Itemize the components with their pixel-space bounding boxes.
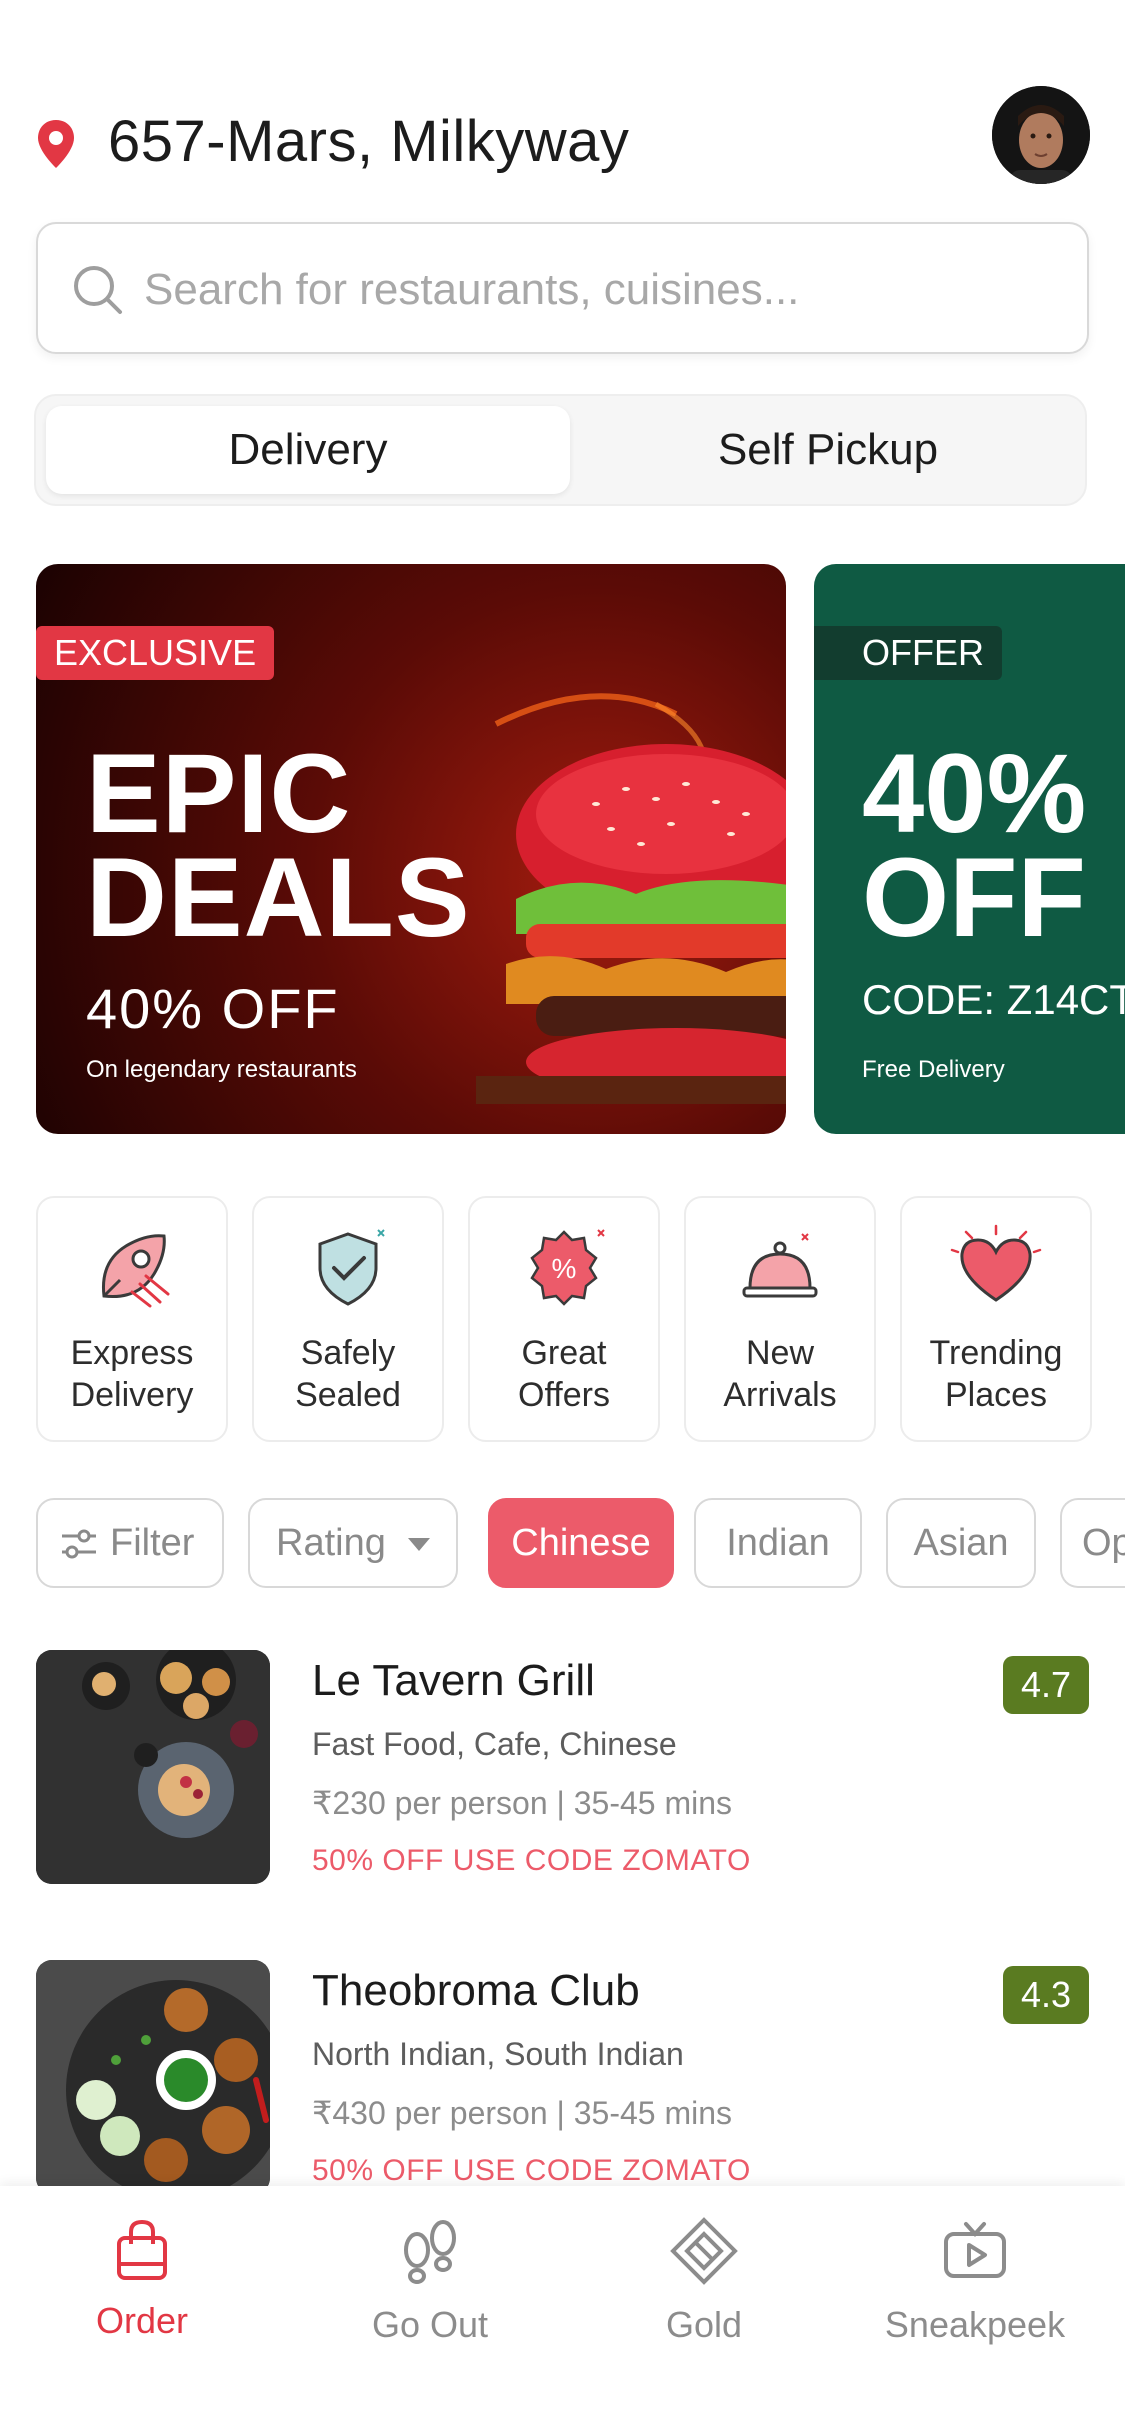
svg-text:%: % [552,1253,577,1284]
cuisine-chip-asian[interactable]: Asian [886,1498,1036,1588]
shield-check-icon [318,1229,385,1306]
restaurant-offer: 50% OFF USE CODE ZOMATO [312,1844,751,1877]
category-label-line-1: New [745,1334,815,1372]
restaurant-cuisine: Fast Food, Cafe, Chinese [312,1726,677,1762]
search-icon [74,266,122,314]
bottom-nav: Order Go Out Gold Sneakpeek [0,2186,1125,2436]
banner-caption: On legendary restaurants [86,1056,357,1083]
offer-caption: Free Delivery [862,1056,1005,1083]
banner-title: EPIC DEALS [86,731,471,960]
nav-label: Go Out [371,2304,489,2345]
category-label: Safely Sealed [254,1332,442,1416]
burger-image [476,693,786,1104]
restaurant-name: Theobroma Club [312,1966,640,2015]
category-great-offers[interactable]: % Great Offers [468,1196,660,1442]
restaurant-price-time: ₹430 per person | 35-45 mins [312,2095,733,2131]
category-express-delivery[interactable]: Express Delivery [36,1196,228,1442]
category-label: Great Offers [470,1332,658,1416]
nav-gold[interactable]: Gold [584,2216,824,2356]
rating-badge: 4.3 [1003,1966,1089,2024]
tv-play-icon [944,2222,1006,2278]
exclusive-badge: EXCLUSIVE [36,626,275,680]
avatar-image [992,86,1090,184]
restaurant-image [36,1650,270,1884]
restaurant-name: Le Tavern Grill [312,1656,595,1705]
restaurant-card[interactable]: Le Tavern Grill Fast Food, Cafe, Chinese… [36,1650,1089,1890]
category-trending-places[interactable]: Trending Places [900,1196,1092,1442]
filter-button[interactable]: Filter [36,1498,224,1588]
restaurant-offer: 50% OFF USE CODE ZOMATO [312,2154,751,2187]
nav-label: Order [95,2300,189,2341]
percent-badge-icon: % [530,1229,605,1306]
category-label: New Arrivals [686,1332,874,1416]
heart-icon [950,1224,1042,1302]
banner-title-line-1: EPIC [86,731,352,856]
tab-self-pickup[interactable]: Self Pickup [566,406,1090,494]
chevron-down-icon [408,1538,430,1551]
category-label: Express Delivery [38,1332,226,1416]
nav-label: Sneakpeek [884,2304,1066,2345]
offer-title-line-1: 40% [862,731,1087,856]
offer-badge: OFFER [814,626,1002,680]
gold-diamond-icon [670,2217,738,2285]
category-label-line-1: Express [70,1334,194,1372]
search-bar[interactable] [36,222,1089,354]
offer-title-line-2: OFF [862,835,1086,960]
rating-dropdown[interactable]: Rating [248,1498,458,1588]
banner-title-line-2: DEALS [86,835,471,960]
cuisine-chip-chinese[interactable]: Chinese [488,1498,674,1588]
search-input[interactable] [144,252,1044,328]
category-label: Trending Places [902,1332,1090,1416]
footprints-icon [404,2220,456,2284]
banner-subtitle: 40% OFF [86,977,340,1040]
category-label-line-1: Trending [929,1334,1063,1372]
restaurant-card[interactable]: Theobroma Club North Indian, South India… [36,1960,1089,2200]
sliders-icon [62,1529,96,1559]
nav-sneakpeek[interactable]: Sneakpeek [855,2216,1095,2356]
header: 657-Mars, Milkyway [0,0,1125,200]
category-label-line-1: Safely [300,1334,396,1372]
category-label-line-1: Great [521,1334,607,1372]
restaurant-cuisine: North Indian, South Indian [312,2036,684,2072]
cuisine-chip-partial[interactable]: Op [1060,1498,1125,1588]
category-label-line-2: Delivery [70,1376,194,1414]
offer-code: CODE: Z14CT [862,976,1125,1023]
restaurant-image [36,1960,270,2194]
rating-label: Rating [276,1522,386,1564]
promo-banner-offer[interactable]: OFFER 40% OFF CODE: Z14CT Free Delivery [814,564,1125,1134]
category-safely-sealed[interactable]: Safely Sealed [252,1196,444,1442]
filter-label: Filter [110,1522,195,1564]
rocket-icon [101,1234,170,1308]
tab-delivery[interactable]: Delivery [46,406,570,494]
nav-order[interactable]: Order [22,2216,262,2356]
category-label-line-2: Offers [518,1376,610,1414]
rating-badge: 4.7 [1003,1656,1089,1714]
shopping-bag-icon [117,2219,167,2280]
category-label-line-2: Arrivals [723,1376,837,1414]
cuisine-chip-indian[interactable]: Indian [694,1498,862,1588]
restaurant-price-time: ₹230 per person | 35-45 mins [312,1785,733,1821]
avatar[interactable] [992,86,1090,184]
cloche-icon [742,1233,818,1298]
location-label[interactable]: 657-Mars, Milkyway [108,108,629,175]
location-pin-icon[interactable] [36,118,76,170]
offer-title: 40% OFF [862,731,1087,960]
category-label-line-2: Sealed [295,1376,401,1414]
nav-go-out[interactable]: Go Out [310,2216,550,2356]
delivery-mode-toggle: Delivery Self Pickup [34,394,1087,506]
category-label-line-2: Places [944,1376,1048,1414]
category-new-arrivals[interactable]: New Arrivals [684,1196,876,1442]
nav-label: Gold [665,2304,743,2345]
promo-banner-exclusive[interactable]: EXCLUSIVE EPIC DEALS 40% OFF On legendar… [36,564,786,1134]
